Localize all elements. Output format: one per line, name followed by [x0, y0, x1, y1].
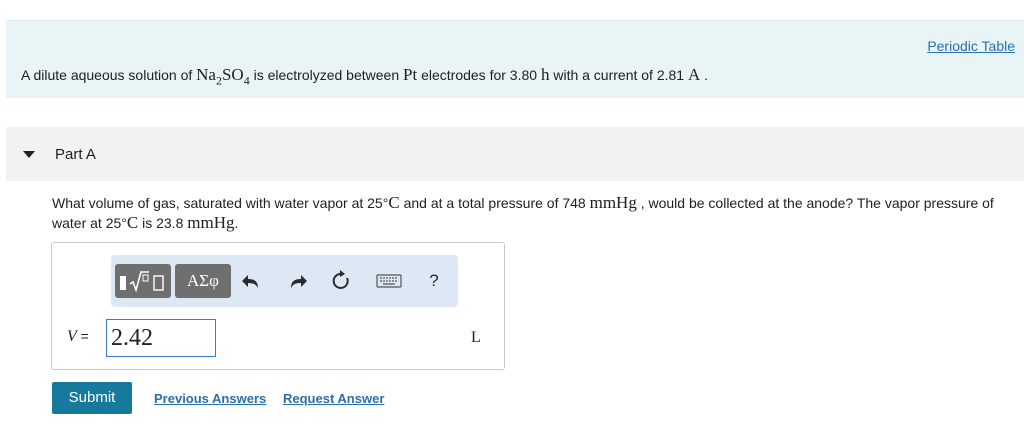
problem-text: electrodes for 3.80 — [417, 67, 541, 83]
answer-unit: L — [471, 329, 481, 346]
help-button[interactable]: ? — [419, 264, 449, 298]
submit-button[interactable]: Submit — [52, 382, 132, 414]
question-text-segment: What volume of gas, saturated with water… — [52, 195, 383, 211]
part-title: Part A — [55, 146, 96, 163]
greek-symbols-button[interactable]: ΑΣφ — [175, 264, 231, 298]
problem-statement: A dilute aqueous solution of Na2SO4 is e… — [21, 65, 708, 88]
problem-text: . — [700, 67, 709, 83]
template-button[interactable] — [115, 264, 171, 298]
electrode-symbol: Pt — [403, 65, 418, 84]
templates-icon — [120, 271, 164, 293]
formula-part: SO — [221, 65, 244, 84]
variable-symbol: V — [67, 328, 77, 345]
temperature-unit: C — [388, 193, 400, 212]
variable-label: V = — [67, 328, 89, 346]
formula-part: Na — [196, 65, 216, 84]
part-a-header[interactable]: Part A — [6, 127, 1024, 181]
redo-icon[interactable] — [281, 264, 311, 298]
previous-answers-link[interactable]: Previous Answers — [154, 391, 266, 406]
answer-box: ΑΣφ ? V = 2.42 L — [51, 242, 505, 370]
reset-icon[interactable] — [326, 264, 356, 298]
problem-text: A dilute aqueous solution of — [21, 67, 197, 83]
current-unit: A — [687, 65, 701, 84]
question-text-segment: is 23.8 — [138, 215, 188, 231]
math-toolbar: ΑΣφ ? — [111, 255, 458, 307]
collapse-caret-icon[interactable] — [23, 151, 35, 158]
problem-intro-panel: Periodic Table A dilute aqueous solution… — [6, 20, 1024, 98]
periodic-table-link[interactable]: Periodic Table — [927, 38, 1015, 54]
question-text-segment: and at a total pressure of 748 — [399, 195, 590, 211]
question-text-segment: . — [234, 215, 239, 231]
equals-sign: = — [76, 328, 89, 344]
problem-text: is electrolyzed between — [249, 67, 404, 83]
keyboard-icon[interactable] — [371, 264, 407, 298]
question-text: What volume of gas, saturated with water… — [52, 193, 1002, 233]
pressure-unit: mmHg — [589, 193, 637, 212]
request-answer-link[interactable]: Request Answer — [283, 391, 384, 406]
temperature-unit: C — [126, 213, 139, 232]
compound-formula: Na2SO4 — [196, 65, 250, 87]
pressure-unit: mmHg — [187, 213, 235, 232]
undo-icon[interactable] — [238, 264, 268, 298]
answer-input[interactable]: 2.42 — [106, 319, 216, 357]
problem-text: with a current of 2.81 — [549, 67, 688, 83]
